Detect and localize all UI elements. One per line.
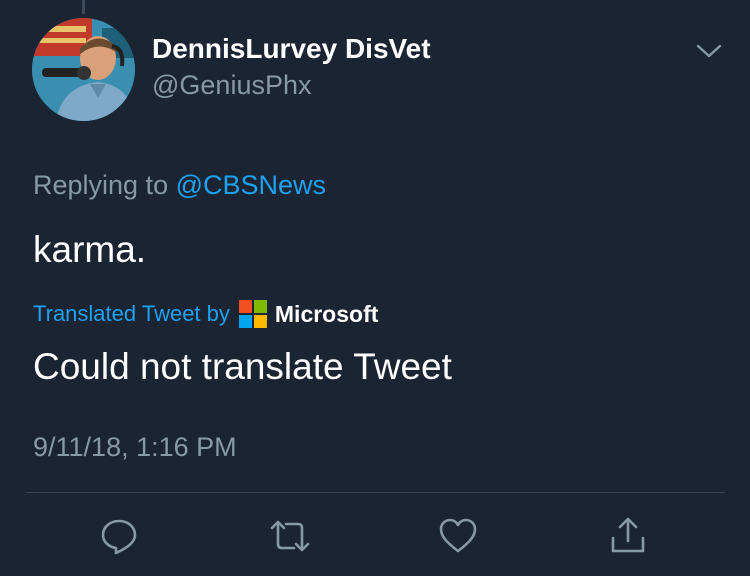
share-button[interactable] (606, 514, 650, 558)
tweet-detail: DennisLurvey DisVet @GeniusPhx Replying … (0, 0, 750, 576)
share-icon (611, 517, 645, 553)
retweet-icon (270, 520, 310, 552)
reply-button[interactable] (97, 514, 141, 558)
translation-provider-name: Microsoft (274, 300, 379, 327)
avatar-photo (32, 18, 135, 121)
translation-attribution: Translated Tweet by Microsoft (33, 298, 378, 330)
heart-icon (439, 518, 477, 553)
translation-result: Could not translate Tweet (33, 346, 452, 387)
divider (26, 492, 725, 493)
tweet-text: karma. (33, 229, 147, 270)
display-name[interactable]: DennisLurvey DisVet (152, 33, 431, 65)
translated-tweet-label[interactable]: Translated Tweet by (33, 301, 230, 327)
reply-icon (101, 519, 137, 555)
user-handle[interactable]: @GeniusPhx (152, 70, 311, 101)
replying-to: Replying to @CBSNews (33, 170, 326, 201)
thread-connector-line (82, 0, 85, 14)
chevron-down-icon[interactable] (695, 40, 723, 62)
tweet-timestamp: 9/11/18, 1:16 PM (33, 432, 237, 462)
microsoft-logo-icon (238, 300, 267, 328)
avatar[interactable] (32, 18, 135, 121)
retweet-button[interactable] (268, 514, 312, 558)
like-button[interactable] (436, 514, 480, 558)
replying-to-prefix: Replying to (33, 170, 176, 200)
replying-to-mention[interactable]: @CBSNews (176, 170, 326, 200)
